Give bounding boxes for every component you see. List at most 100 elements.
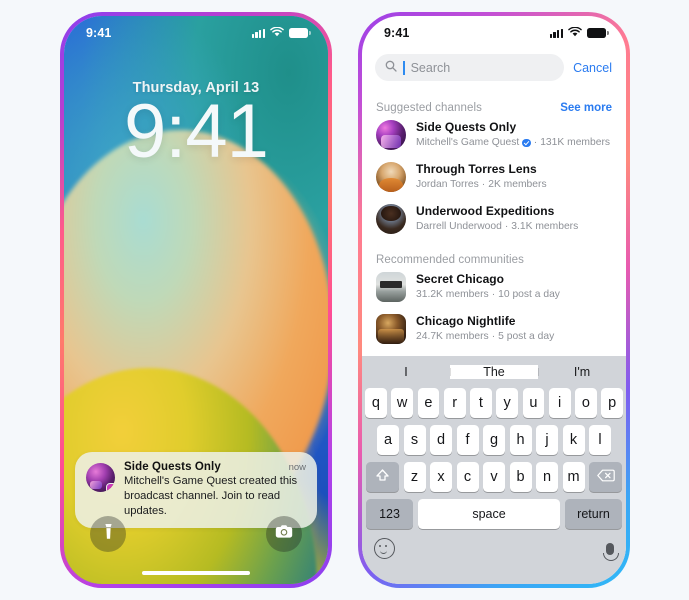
key-w[interactable]: w <box>391 388 413 418</box>
camera-button[interactable] <box>266 516 302 552</box>
chicago-nightlife-avatar <box>376 314 406 344</box>
channel-owner: Darrell Underwood <box>416 221 502 233</box>
key-n[interactable]: n <box>536 462 558 492</box>
flashlight-icon <box>101 523 116 545</box>
key-u[interactable]: u <box>522 388 545 418</box>
key-k[interactable]: k <box>562 425 585 455</box>
search-input[interactable]: Search <box>375 54 565 81</box>
status-icons <box>251 24 311 42</box>
suggestion-chip[interactable]: I <box>362 365 450 379</box>
channel-subtitle: Mitchell's Game Quest · 131K members <box>416 136 612 149</box>
search-screen: 9:41 Search Cancel Suggested channels Se… <box>362 16 626 584</box>
keyboard-row-1: q w e r t y u i o p <box>362 388 626 418</box>
member-count: 31.2K members <box>416 289 489 301</box>
page-root: 9:41 Thursday, April 13 9:41 Side Quests… <box>0 0 689 600</box>
separator-dot: · <box>533 137 538 149</box>
community-name: Chicago Nightlife <box>416 314 516 329</box>
key-o[interactable]: o <box>575 388 597 418</box>
key-s[interactable]: s <box>403 425 426 455</box>
suggestion-chip[interactable]: I'm <box>538 365 626 379</box>
camera-icon <box>275 524 293 544</box>
phone-left-frame: 9:41 Thursday, April 13 9:41 Side Quests… <box>60 12 332 588</box>
status-icons <box>549 24 609 42</box>
post-rate: 5 post a day <box>498 331 555 343</box>
key-q[interactable]: q <box>365 388 387 418</box>
key-d[interactable]: d <box>430 425 452 455</box>
cancel-button[interactable]: Cancel <box>573 61 613 75</box>
key-i[interactable]: i <box>548 388 571 418</box>
list-item[interactable]: Underwood Expeditions Darrell Underwood … <box>376 198 612 240</box>
separator-dot: · <box>504 221 509 233</box>
key-m[interactable]: m <box>562 462 585 492</box>
keyboard-row-4: 123 space return <box>362 499 626 529</box>
list-item[interactable]: Through Torres Lens Jordan Torres · 2K m… <box>376 156 612 198</box>
shift-icon <box>375 468 390 486</box>
key-z[interactable]: z <box>403 462 426 492</box>
notification-header: Side Quests Only now <box>124 461 306 473</box>
lock-time: 9:41 <box>124 89 269 174</box>
key-x[interactable]: x <box>430 462 452 492</box>
keyboard-row-3: z x c v b n m <box>362 462 626 492</box>
member-count: 24.7K members <box>416 331 489 343</box>
side-quests-avatar <box>86 463 115 492</box>
lock-action-row <box>64 516 328 552</box>
cellular-bars-icon <box>549 28 563 38</box>
channel-owner: Mitchell's Game Quest <box>416 137 520 149</box>
notification-timestamp: now <box>288 462 306 473</box>
see-more-button[interactable]: See more <box>560 102 612 114</box>
channel-name: Side Quests Only <box>416 120 517 135</box>
key-g[interactable]: g <box>483 425 505 455</box>
key-j[interactable]: j <box>536 425 558 455</box>
search-results: Suggested channels See more Side Quests … <box>362 88 626 350</box>
section-header-recommended-communities: Recommended communities <box>362 254 626 266</box>
key-p[interactable]: p <box>601 388 623 418</box>
key-h[interactable]: h <box>509 425 532 455</box>
verified-badge-icon <box>522 138 531 148</box>
home-indicator-left[interactable] <box>142 570 250 575</box>
key-t[interactable]: t <box>470 388 492 418</box>
key-e[interactable]: e <box>417 388 440 418</box>
list-item[interactable]: Secret Chicago 31.2K members · 10 post a… <box>376 266 612 308</box>
list-item-text: Through Torres Lens Jordan Torres · 2K m… <box>416 162 612 191</box>
numbers-key[interactable]: 123 <box>366 499 413 529</box>
section-title: Suggested channels <box>376 102 483 114</box>
microphone-icon[interactable] <box>603 542 619 561</box>
key-f[interactable]: f <box>456 425 479 455</box>
post-rate: 10 post a day <box>498 289 560 301</box>
separator-dot: · <box>491 289 496 301</box>
community-subtitle: 24.7K members · 5 post a day <box>416 330 612 343</box>
list-item-text: Underwood Expeditions Darrell Underwood … <box>416 204 612 233</box>
list-item-text: Chicago Nightlife 24.7K members · 5 post… <box>416 314 612 343</box>
space-key[interactable]: space <box>418 499 560 529</box>
flashlight-button[interactable] <box>90 516 126 552</box>
key-c[interactable]: c <box>456 462 479 492</box>
list-item[interactable]: Chicago Nightlife 24.7K members · 5 post… <box>376 308 612 350</box>
shift-key[interactable] <box>366 462 399 492</box>
return-key[interactable]: return <box>565 499 622 529</box>
search-bar: Search Cancel <box>362 54 626 81</box>
key-r[interactable]: r <box>443 388 466 418</box>
key-a[interactable]: a <box>377 425 399 455</box>
suggested-channels-list: Side Quests Only Mitchell's Game Quest ·… <box>362 114 626 240</box>
wifi-icon <box>270 24 284 42</box>
suggestion-chip[interactable]: The <box>450 365 538 379</box>
status-time: 9:41 <box>384 26 410 40</box>
key-y[interactable]: y <box>496 388 518 418</box>
status-bar-right: 9:41 <box>362 16 626 50</box>
torres-avatar <box>376 162 406 192</box>
channel-name: Through Torres Lens <box>416 162 537 177</box>
key-l[interactable]: l <box>589 425 611 455</box>
secret-chicago-avatar <box>376 272 406 302</box>
key-v[interactable]: v <box>483 462 505 492</box>
search-caret <box>403 60 405 75</box>
channel-subtitle: Jordan Torres · 2K members <box>416 178 612 191</box>
key-b[interactable]: b <box>509 462 532 492</box>
backspace-key[interactable] <box>589 462 622 492</box>
phone-right-frame: 9:41 Search Cancel Suggested channels Se… <box>358 12 630 588</box>
notification-text: Mitchell's Game Quest created this broad… <box>124 475 298 517</box>
list-item[interactable]: Side Quests Only Mitchell's Game Quest ·… <box>376 114 612 156</box>
search-icon <box>385 59 397 77</box>
section-header-suggested-channels: Suggested channels See more <box>362 102 626 114</box>
emoji-icon[interactable] <box>374 538 395 559</box>
notification-body: Side Quests Only now Mitchell's Game Que… <box>124 461 306 518</box>
